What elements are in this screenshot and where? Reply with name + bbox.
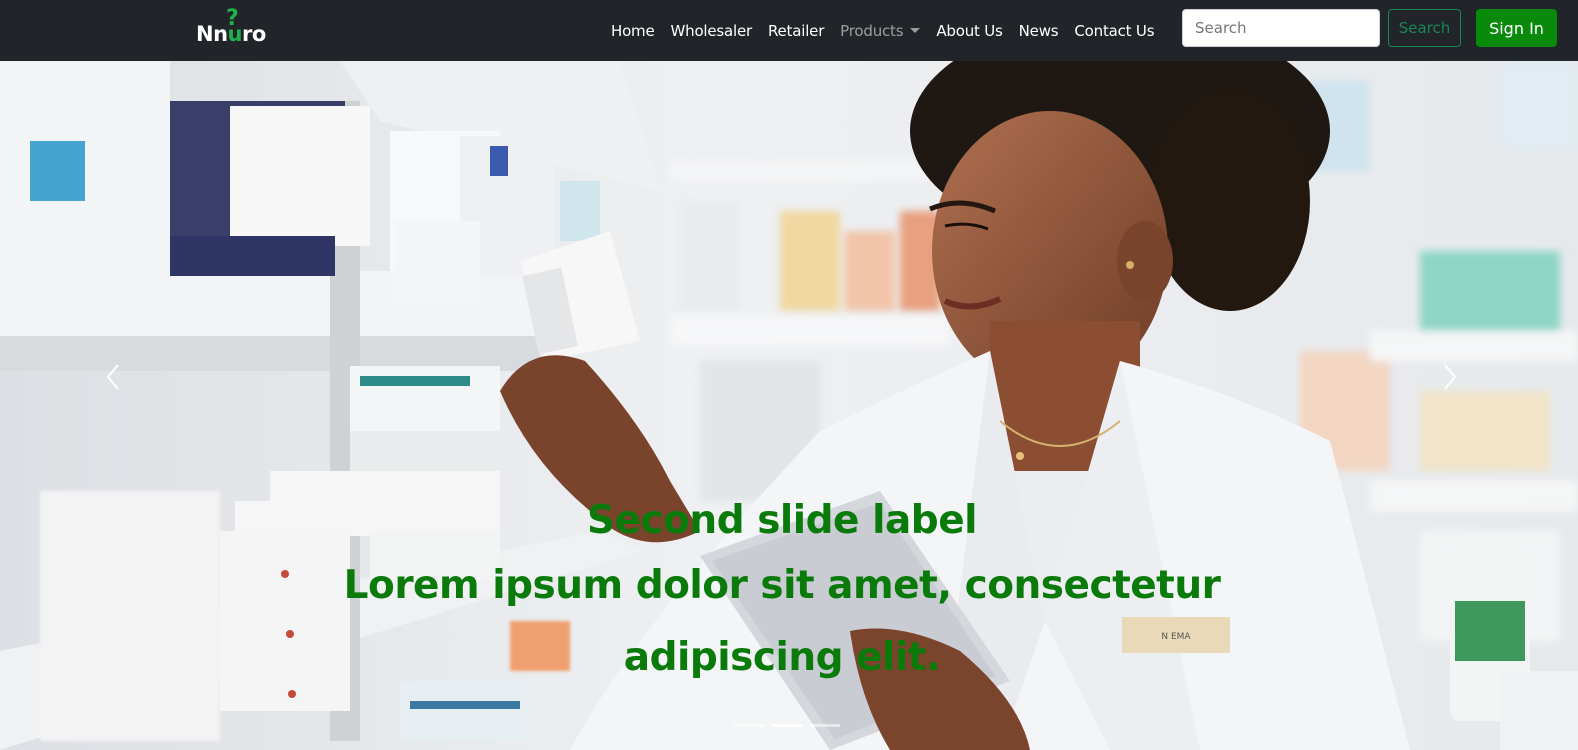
carousel-indicator-2[interactable]	[772, 724, 802, 727]
chevron-left-icon	[106, 364, 119, 390]
chevron-right-icon	[1444, 364, 1457, 390]
nav-products-label: Products	[840, 21, 904, 40]
carousel-indicator-1[interactable]	[734, 724, 764, 727]
carousel-indicators	[730, 724, 844, 727]
nav-about-us[interactable]: About Us	[936, 22, 1003, 40]
sign-in-button[interactable]: Sign In	[1476, 9, 1557, 47]
carousel-caption: Second slide label Lorem ipsum dolor sit…	[280, 494, 1284, 694]
carousel-next-control[interactable]	[1435, 357, 1465, 397]
caret-down-icon	[910, 27, 921, 33]
nav-home[interactable]: Home	[611, 22, 655, 40]
nav-contact-us[interactable]: Contact Us	[1074, 22, 1154, 40]
brand-logo[interactable]: ? Nnuro	[196, 6, 276, 54]
nav-news[interactable]: News	[1019, 22, 1059, 40]
caption-title: Second slide label	[586, 498, 978, 543]
hero-carousel: N EMA Second slide label Lorem ipsum dol…	[0, 61, 1578, 750]
nav-retailer[interactable]: Retailer	[768, 22, 824, 40]
carousel-indicator-3[interactable]	[810, 724, 840, 727]
search-input[interactable]	[1182, 9, 1380, 47]
nav-wholesaler[interactable]: Wholesaler	[671, 22, 753, 40]
search-button[interactable]: Search	[1388, 9, 1461, 47]
nav-products-dropdown[interactable]: Products	[840, 21, 921, 40]
caption-text: Lorem ipsum dolor sit amet, consectetur …	[343, 563, 1221, 680]
carousel-prev-control[interactable]	[98, 357, 128, 397]
brand-name: Nnuro	[196, 22, 266, 46]
top-navbar: ? Nnuro Home Wholesaler Retailer Product…	[0, 0, 1578, 61]
nav-links: Home Wholesaler Retailer Products About …	[611, 0, 1170, 61]
